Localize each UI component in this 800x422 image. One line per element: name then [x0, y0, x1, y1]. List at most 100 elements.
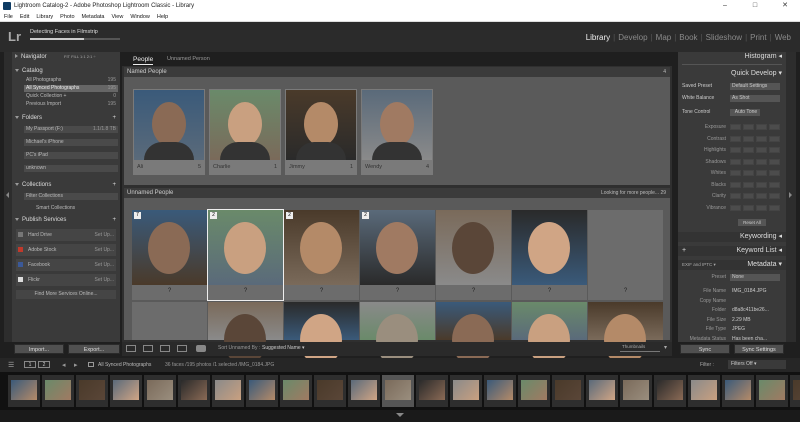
- unnamed-face-card[interactable]: ?: [436, 210, 511, 300]
- minimize-icon[interactable]: –: [710, 0, 740, 12]
- collections-header[interactable]: Collections +: [12, 180, 120, 190]
- unnamed-face-card[interactable]: 2?: [207, 209, 284, 301]
- person-name[interactable]: Wendy: [365, 164, 382, 170]
- collapse-filmstrip-icon[interactable]: [396, 413, 404, 417]
- person-name[interactable]: Charlie: [213, 164, 230, 170]
- module-develop[interactable]: Develop: [615, 33, 650, 42]
- name-field[interactable]: ?: [132, 288, 207, 294]
- toolbar-menu-chevron-icon[interactable]: ▾: [664, 344, 667, 351]
- adjustment-buttons[interactable]: [730, 158, 780, 165]
- filmstrip-thumbnail[interactable]: [110, 375, 142, 407]
- adjustment-buttons[interactable]: [730, 124, 780, 130]
- adjustment-buttons[interactable]: [730, 181, 780, 188]
- import-button[interactable]: Import...: [14, 344, 64, 354]
- left-panel-edge[interactable]: [4, 52, 12, 342]
- tab-people[interactable]: People: [133, 55, 154, 65]
- publish-item-facebook[interactable]: Facebook Set Up...: [16, 259, 116, 271]
- filmstrip-thumbnail[interactable]: [552, 375, 584, 407]
- filmstrip-thumbnail[interactable]: [790, 375, 800, 407]
- filmstrip-thumbnail[interactable]: [212, 375, 244, 407]
- menu-window[interactable]: Window: [130, 12, 150, 21]
- keywording-header[interactable]: Keywording ◂: [678, 232, 786, 242]
- unnamed-face-card[interactable]: [208, 302, 283, 366]
- filmstrip-thumbnail[interactable]: [314, 375, 346, 407]
- compare-view-icon[interactable]: [160, 345, 170, 352]
- add-collection-icon[interactable]: +: [112, 180, 116, 190]
- filmstrip-thumbnail[interactable]: [450, 375, 482, 407]
- white-balance-row[interactable]: White Balance As Shot: [682, 95, 782, 102]
- menu-help[interactable]: Help: [157, 12, 168, 21]
- filmstrip-thumbnail[interactable]: [654, 375, 686, 407]
- filmstrip-menu-icon[interactable]: ☰: [8, 361, 14, 369]
- publish-item-flickr[interactable]: Flickr Set Up...: [16, 274, 116, 286]
- page-1-button[interactable]: 1: [24, 361, 36, 368]
- folder-item-passport[interactable]: My Passport (F:) 1.1/1.8 TB: [24, 126, 118, 133]
- person-name[interactable]: Ali: [137, 164, 143, 170]
- menu-file[interactable]: File: [4, 12, 13, 21]
- folder-item-iphone[interactable]: Michael's iPhone: [24, 139, 118, 146]
- back-arrow-icon[interactable]: ◂: [62, 361, 66, 369]
- filmstrip-thumbnail[interactable]: [348, 375, 380, 407]
- publish-item-adobe-stock[interactable]: Adobe Stock Set Up...: [16, 244, 116, 256]
- metadata-preset-dropdown[interactable]: EXIF and IPTC ▾: [682, 261, 722, 268]
- unnamed-face-card[interactable]: [360, 302, 435, 366]
- thumbnail-size-slider[interactable]: [620, 351, 660, 352]
- catalog-item-all-synced[interactable]: All Synced Photographs 195: [24, 85, 118, 92]
- collapse-right-icon[interactable]: [789, 192, 792, 198]
- histogram-header[interactable]: Histogram ◂: [678, 52, 786, 62]
- add-folder-icon[interactable]: +: [112, 113, 116, 123]
- navigator-header[interactable]: Navigator FIT FILL 1:1 2:1 ÷: [12, 52, 120, 62]
- publish-item-hard-drive[interactable]: Hard Drive Set Up...: [16, 229, 116, 241]
- adjustment-buttons[interactable]: [730, 204, 780, 211]
- module-book[interactable]: Book: [676, 33, 700, 42]
- metadata-preset-row[interactable]: Preset None: [682, 274, 782, 281]
- catalog-header[interactable]: Catalog: [12, 66, 120, 76]
- unnamed-face-card[interactable]: 2?: [360, 210, 435, 300]
- menu-view[interactable]: View: [111, 12, 123, 21]
- unnamed-face-card[interactable]: [284, 302, 359, 366]
- metadata-field[interactable]: Metadata Status Has been cha...: [682, 336, 782, 343]
- adjustment-buttons[interactable]: [730, 193, 780, 199]
- sort-dropdown[interactable]: Suggested Name ▾: [262, 345, 305, 351]
- module-print[interactable]: Print: [747, 33, 769, 42]
- named-person-card[interactable]: Charlie 1: [209, 89, 281, 175]
- filmstrip-thumbnail[interactable]: [76, 375, 108, 407]
- filmstrip-thumbnail[interactable]: [416, 375, 448, 407]
- name-field[interactable]: ?: [208, 288, 283, 294]
- keyword-list-header[interactable]: + Keyword List ◂: [678, 246, 786, 256]
- filmstrip-thumbnail[interactable]: [8, 375, 40, 407]
- unnamed-face-card[interactable]: [512, 302, 587, 366]
- unnamed-face-card[interactable]: [132, 302, 207, 340]
- unnamed-face-card[interactable]: [436, 302, 511, 366]
- catalog-item-all-photographs[interactable]: All Photographs 195: [24, 77, 118, 84]
- module-slideshow[interactable]: Slideshow: [703, 33, 745, 42]
- sync-button[interactable]: Sync: [680, 344, 730, 354]
- saved-preset-row[interactable]: Saved Preset Default Settings: [682, 83, 782, 90]
- folder-item-ipad[interactable]: PC's iPad: [24, 152, 118, 159]
- name-field[interactable]: ?: [284, 288, 359, 294]
- catalog-item-quick-collection[interactable]: Quick Collection +0: [24, 93, 118, 100]
- module-web[interactable]: Web: [772, 33, 794, 42]
- adjustment-buttons[interactable]: [730, 135, 780, 142]
- tab-unnamed-person[interactable]: Unnamed Person: [167, 55, 210, 64]
- people-view-icon[interactable]: [196, 345, 206, 352]
- reset-all-button[interactable]: Reset All: [738, 219, 766, 226]
- right-panel-edge[interactable]: [786, 52, 796, 342]
- name-field[interactable]: ?: [360, 288, 435, 294]
- close-icon[interactable]: ✕: [770, 0, 800, 12]
- catalog-item-previous-import[interactable]: Previous Import 195: [24, 101, 118, 108]
- filmstrip-thumbnail[interactable]: [620, 375, 652, 407]
- module-library[interactable]: Library: [583, 33, 613, 42]
- publish-services-header[interactable]: Publish Services +: [12, 215, 120, 225]
- unnamed-face-card[interactable]: ?: [588, 210, 663, 300]
- filmstrip-thumbnail[interactable]: [280, 375, 312, 407]
- export-button[interactable]: Export...: [68, 344, 120, 354]
- metadata-field[interactable]: Folder d8a8c411be26...: [682, 307, 782, 314]
- quick-develop-header[interactable]: Quick Develop ▾: [678, 69, 786, 79]
- metadata-field[interactable]: File Size 2.29 MB: [682, 317, 782, 324]
- filmstrip-thumbnail[interactable]: [42, 375, 74, 407]
- filmstrip-thumbnail[interactable]: [756, 375, 788, 407]
- filmstrip-thumbnail[interactable]: [586, 375, 618, 407]
- filmstrip-thumbnail[interactable]: [518, 375, 550, 407]
- folder-item-unknown[interactable]: unknown: [24, 165, 118, 172]
